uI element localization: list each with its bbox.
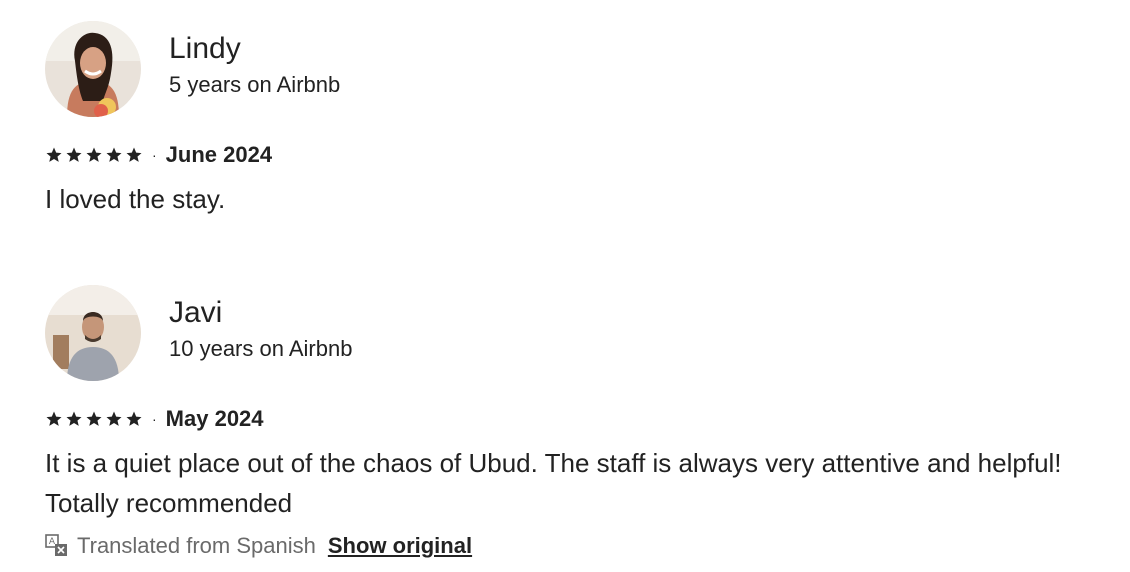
star-rating xyxy=(45,410,143,428)
review-meta: · May 2024 xyxy=(45,405,1105,433)
star-icon xyxy=(106,147,122,162)
reviewer-name: Lindy xyxy=(169,32,241,65)
star-icon xyxy=(106,411,122,426)
reviewer-name: Javi xyxy=(169,296,223,329)
avatar[interactable] xyxy=(45,21,141,117)
avatar-photo xyxy=(45,285,141,381)
show-original-link[interactable]: Show original xyxy=(328,533,472,559)
star-icon xyxy=(66,147,82,162)
translate-icon: A xyxy=(45,534,67,556)
review-text: I loved the stay. xyxy=(45,184,226,214)
star-icon xyxy=(126,411,142,426)
star-icon xyxy=(126,147,142,162)
avatar-photo xyxy=(45,21,141,117)
star-icon xyxy=(86,147,102,162)
star-icon xyxy=(86,411,102,426)
review-text: It is a quiet place out of the chaos of … xyxy=(45,448,1062,518)
review-date: May 2024 xyxy=(165,406,264,431)
star-icon xyxy=(46,147,62,162)
review-card: Javi 10 years on Airbnb · May 2024 It is… xyxy=(45,285,1105,559)
review-header: Javi 10 years on Airbnb xyxy=(45,285,1105,381)
review-card: Lindy 5 years on Airbnb · June 2024 I lo… xyxy=(45,21,1105,219)
star-icon xyxy=(66,411,82,426)
translation-row: A Translated from Spanish Show original xyxy=(45,533,1105,559)
reviewer-tenure: 10 years on Airbnb xyxy=(169,336,353,361)
star-icon xyxy=(46,411,62,426)
review-date: June 2024 xyxy=(165,142,273,167)
svg-text:A: A xyxy=(49,537,56,547)
review-header: Lindy 5 years on Airbnb xyxy=(45,21,1105,117)
translation-note: Translated from Spanish xyxy=(77,533,316,558)
star-rating xyxy=(45,146,143,164)
meta-separator: · xyxy=(152,411,157,427)
avatar[interactable] xyxy=(45,285,141,381)
review-meta: · June 2024 xyxy=(45,141,1105,169)
meta-separator: · xyxy=(152,147,157,163)
reviewer-tenure: 5 years on Airbnb xyxy=(169,72,341,97)
